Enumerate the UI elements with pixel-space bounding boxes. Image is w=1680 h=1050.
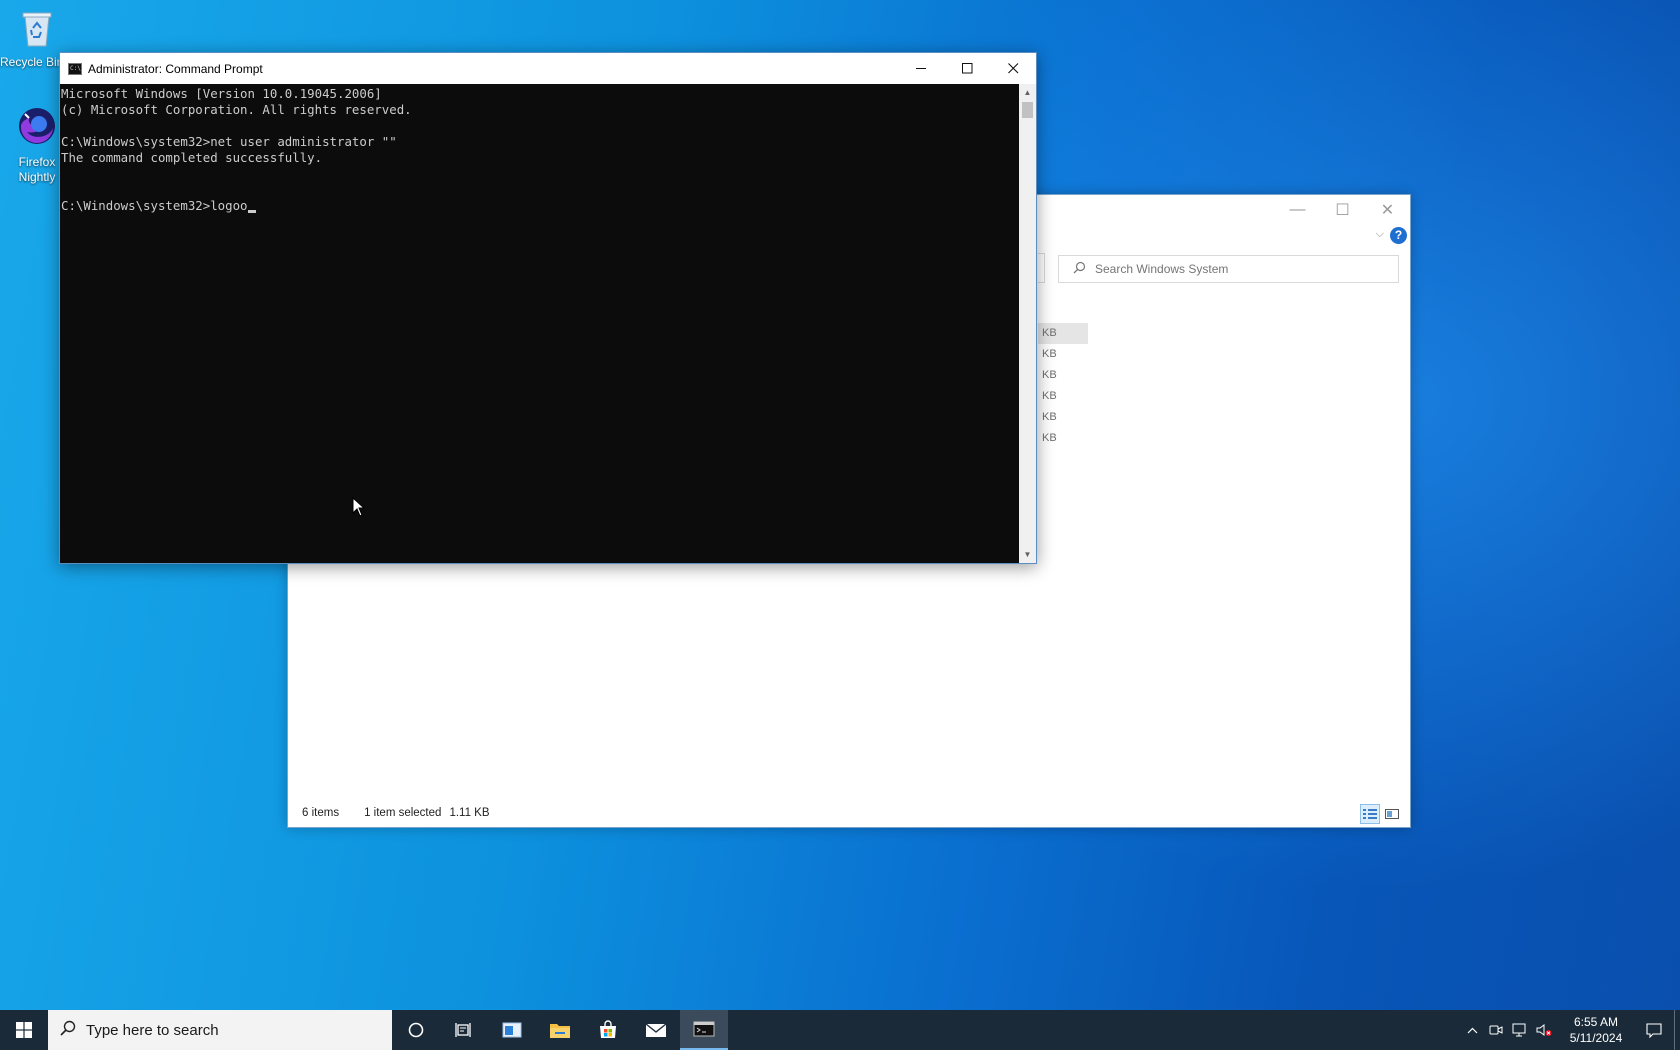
explorer-caption-buttons: — ☐ ✕ — [1275, 195, 1410, 225]
file-size-cell[interactable]: KB — [1038, 344, 1088, 365]
maximize-button[interactable] — [944, 53, 990, 84]
command-input[interactable]: C:\Windows\system32>logoo — [61, 198, 248, 213]
show-hidden-icons-chevron-icon[interactable] — [1460, 1010, 1484, 1050]
taskbar-search-box[interactable]: Type here to search — [48, 1010, 392, 1050]
file-size-cell[interactable]: KB — [1038, 323, 1088, 344]
command-prompt-window[interactable]: C:\ Administrator: Command Prompt Micros… — [59, 52, 1037, 564]
size-column: KB KB KB KB KB KB — [1038, 323, 1088, 449]
action-center-icon[interactable] — [1634, 1010, 1674, 1050]
desktop-icon-label: Firefox Nightly — [18, 155, 56, 184]
search-input[interactable] — [1095, 262, 1375, 276]
command-prompt-taskbar-button[interactable] — [680, 1010, 728, 1050]
search-icon — [1073, 261, 1095, 277]
help-icon[interactable]: ? — [1390, 227, 1407, 244]
taskbar-search-placeholder: Type here to search — [86, 1021, 219, 1039]
selection-size: 1.11 KB — [449, 807, 490, 819]
selection-status: 1 item selected — [364, 807, 442, 819]
window-controls — [898, 53, 1036, 84]
command-prompt-icon — [693, 1021, 715, 1037]
status-bar: 6 items 1 item selected 1.11 KB — [288, 799, 1410, 827]
microsoft-store-icon[interactable] — [584, 1010, 632, 1050]
system-tray: 6:55 AM 5/11/2024 — [1460, 1010, 1680, 1050]
text-cursor — [247, 210, 256, 213]
console-line: (c) Microsoft Corporation. All rights re… — [61, 102, 412, 117]
cortana-icon[interactable] — [392, 1010, 440, 1050]
minimize-button[interactable]: — — [1275, 195, 1320, 225]
task-view-icon[interactable] — [440, 1010, 488, 1050]
file-size-cell[interactable]: KB — [1038, 365, 1088, 386]
mail-icon[interactable] — [632, 1010, 680, 1050]
clock-time: 6:55 AM — [1573, 1015, 1619, 1029]
view-switcher — [1360, 804, 1402, 824]
close-button[interactable]: ✕ — [1365, 195, 1410, 225]
console-output[interactable]: Microsoft Windows [Version 10.0.19045.20… — [60, 84, 1019, 563]
console-line: C:\Windows\system32>net user administrat… — [61, 134, 397, 149]
windows-logo-icon — [16, 1022, 32, 1038]
minimize-button[interactable] — [898, 53, 944, 84]
large-icons-view-icon[interactable] — [1382, 804, 1402, 824]
item-count: 6 items — [302, 807, 340, 819]
ribbon-expand-chevron-icon[interactable]: ⌵ — [1376, 228, 1384, 241]
maximize-button[interactable]: ☐ — [1320, 195, 1365, 225]
command-prompt-icon: C:\ — [68, 62, 82, 75]
title-bar[interactable]: C:\ Administrator: Command Prompt — [60, 53, 1036, 84]
details-view-icon[interactable] — [1360, 804, 1380, 824]
scroll-down-icon[interactable]: ▼ — [1019, 546, 1036, 563]
file-size-cell[interactable]: KB — [1038, 407, 1088, 428]
file-size-cell[interactable]: KB — [1038, 428, 1088, 449]
close-button[interactable] — [990, 53, 1036, 84]
start-button[interactable] — [0, 1010, 48, 1050]
meet-now-icon[interactable] — [1484, 1010, 1508, 1050]
desktop-icon-label: Recycle Bin — [0, 55, 60, 69]
network-icon[interactable] — [1508, 1010, 1532, 1050]
scroll-thumb[interactable] — [1022, 102, 1033, 118]
mouse-pointer-icon — [352, 496, 366, 520]
vertical-scrollbar[interactable]: ▲ ▼ — [1019, 84, 1036, 563]
console-input-line[interactable]: C:\Windows\system32>logoo — [61, 198, 1018, 214]
window-title: Administrator: Command Prompt — [88, 61, 263, 76]
search-box[interactable] — [1058, 255, 1399, 283]
taskbar-clock[interactable]: 6:55 AM 5/11/2024 — [1558, 1014, 1634, 1046]
console-line: Microsoft Windows [Version 10.0.19045.20… — [61, 86, 382, 101]
file-size-cell[interactable]: KB — [1038, 386, 1088, 407]
search-icon — [60, 1020, 76, 1040]
file-explorer-icon[interactable] — [536, 1010, 584, 1050]
volume-muted-icon[interactable] — [1532, 1010, 1556, 1050]
console-line: The command completed successfully. — [61, 150, 323, 165]
scroll-up-icon[interactable]: ▲ — [1019, 84, 1036, 101]
taskbar: Type here to search 6:55 AM 5/11/2024 — [0, 1010, 1680, 1050]
show-desktop-button[interactable] — [1674, 1010, 1680, 1050]
clock-date: 5/11/2024 — [1569, 1031, 1623, 1045]
recycle-bin-icon — [0, 8, 74, 52]
taskbar-app-icon[interactable] — [488, 1010, 536, 1050]
address-bar-edge[interactable] — [1038, 253, 1045, 283]
